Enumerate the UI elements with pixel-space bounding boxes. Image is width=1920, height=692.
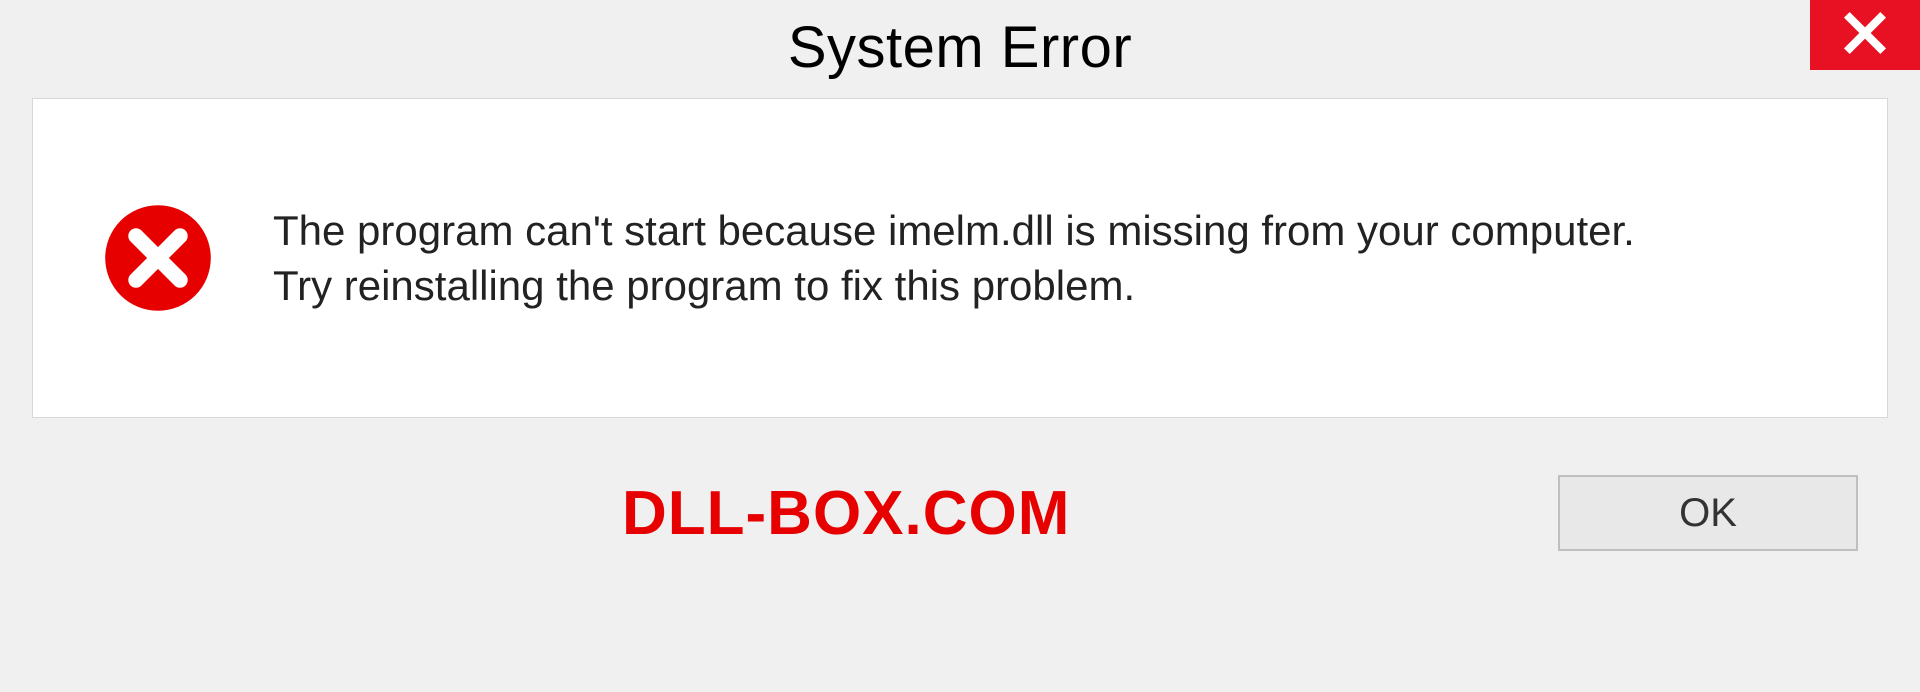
ok-button[interactable]: OK: [1558, 475, 1858, 551]
content-panel: The program can't start because imelm.dl…: [32, 98, 1888, 418]
error-message-line2: Try reinstalling the program to fix this…: [273, 258, 1635, 313]
error-icon: [103, 203, 213, 313]
dialog-title: System Error: [788, 0, 1132, 81]
close-button[interactable]: [1810, 0, 1920, 70]
dialog-footer: DLL-BOX.COM OK: [32, 418, 1888, 578]
watermark-text: DLL-BOX.COM: [62, 478, 1070, 549]
error-message-line1: The program can't start because imelm.dl…: [273, 203, 1635, 258]
error-message: The program can't start because imelm.dl…: [273, 203, 1635, 314]
close-icon: [1842, 10, 1888, 61]
titlebar: System Error: [0, 0, 1920, 98]
